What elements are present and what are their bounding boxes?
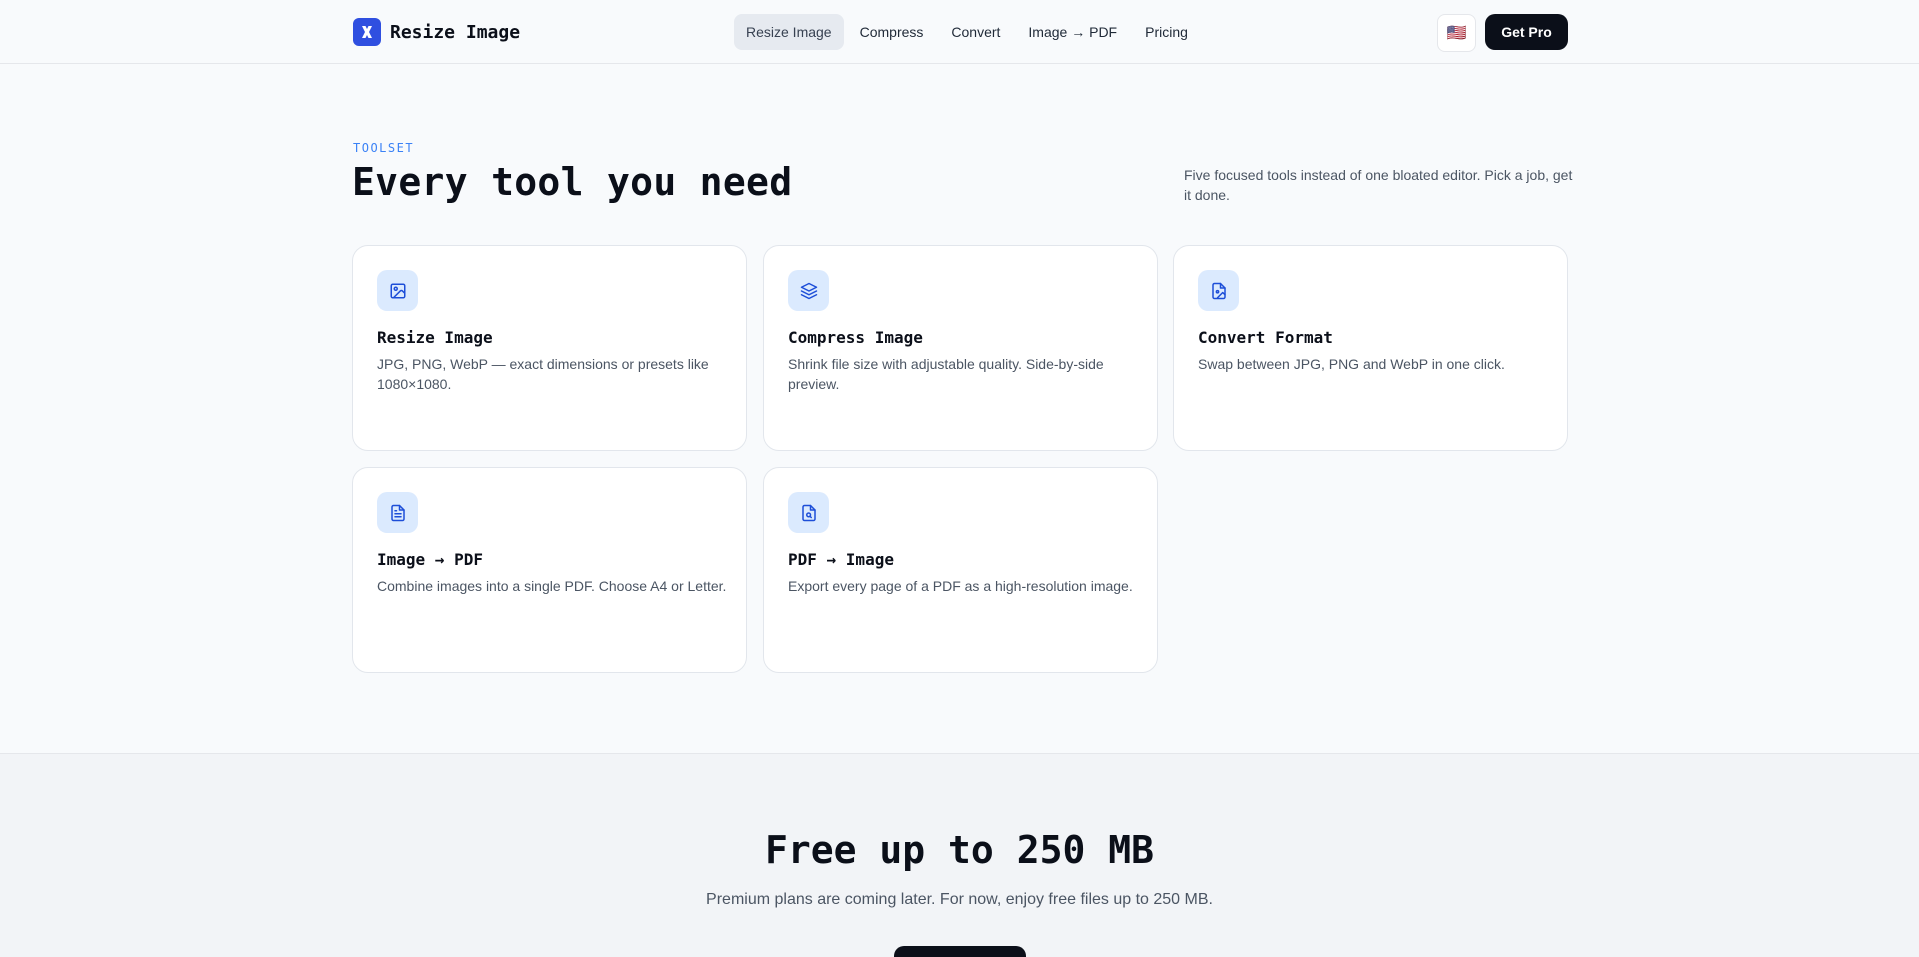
- logo-icon: [353, 18, 381, 46]
- layers-icon: [788, 270, 829, 311]
- file-image-icon: [1198, 270, 1239, 311]
- brand-link[interactable]: Resize Image: [353, 18, 520, 46]
- tool-card-resize-image[interactable]: Resize Image JPG, PNG, WebP — exact dime…: [352, 245, 747, 451]
- section-description: Five focused tools instead of one bloate…: [1184, 167, 1573, 203]
- card-title: Compress Image: [788, 328, 923, 347]
- brand-name: Resize Image: [390, 21, 521, 43]
- us-flag-icon: 🇺🇸: [1446, 25, 1467, 42]
- card-description: Combine images into a single PDF. Choose…: [377, 578, 727, 594]
- tool-card-image-to-pdf[interactable]: Image → PDF Combine images into a single…: [352, 467, 747, 673]
- image-icon: [377, 270, 418, 311]
- card-title: Resize Image: [377, 328, 493, 347]
- free-title: Free up to 250 MB: [765, 828, 1154, 872]
- main-nav: Resize Image Compress Convert Image → PD…: [734, 14, 1200, 50]
- file-text-icon: [377, 492, 418, 533]
- section-eyebrow: TOOLSET: [353, 141, 415, 155]
- tool-card-pdf-to-image[interactable]: PDF → Image Export every page of a PDF a…: [763, 467, 1158, 673]
- nav-image-to-pdf[interactable]: Image → PDF: [1016, 14, 1129, 50]
- language-selector-button[interactable]: 🇺🇸: [1437, 14, 1476, 52]
- top-header: Resize Image Resize Image Compress Conve…: [0, 0, 1919, 64]
- tool-card-convert-format[interactable]: Convert Format Swap between JPG, PNG and…: [1173, 245, 1568, 451]
- card-description: JPG, PNG, WebP — exact dimensions or pre…: [377, 356, 709, 392]
- card-title: PDF → Image: [788, 550, 894, 569]
- nav-pricing[interactable]: Pricing: [1133, 14, 1200, 50]
- card-title: Convert Format: [1198, 328, 1333, 347]
- nav-convert[interactable]: Convert: [939, 14, 1012, 50]
- card-title: Image → PDF: [377, 550, 483, 569]
- nav-compress[interactable]: Compress: [848, 14, 936, 50]
- card-description: Shrink file size with adjustable quality…: [788, 356, 1104, 392]
- free-cta-button[interactable]: [894, 946, 1026, 957]
- card-description: Swap between JPG, PNG and WebP in one cl…: [1198, 356, 1505, 372]
- free-subtitle: Premium plans are coming later. For now,…: [706, 891, 1213, 908]
- tool-card-compress-image[interactable]: Compress Image Shrink file size with adj…: [763, 245, 1158, 451]
- card-description: Export every page of a PDF as a high-res…: [788, 578, 1133, 594]
- get-pro-button[interactable]: Get Pro: [1485, 14, 1568, 50]
- file-search-icon: [788, 492, 829, 533]
- nav-resize-image[interactable]: Resize Image: [734, 14, 844, 50]
- section-title: Every tool you need: [352, 160, 793, 204]
